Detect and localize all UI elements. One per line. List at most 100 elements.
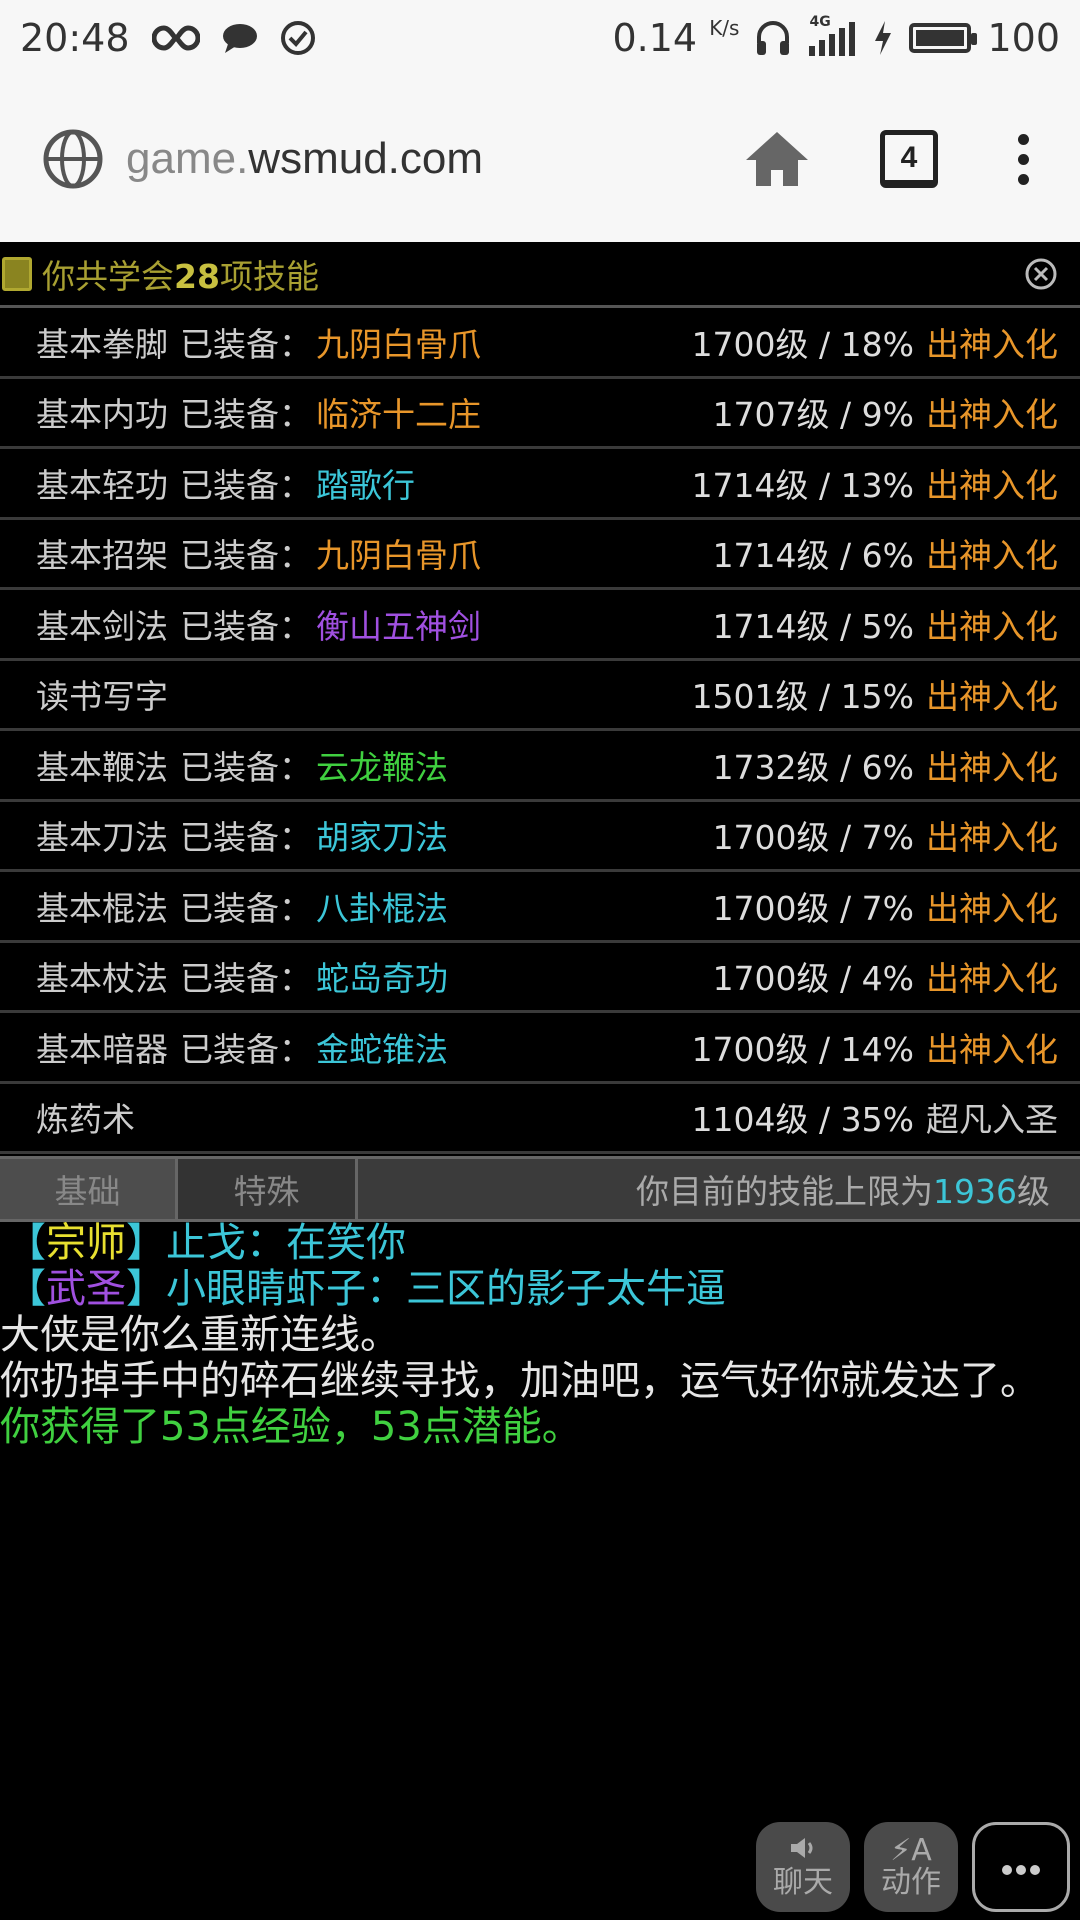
action-button-label: 动作 xyxy=(881,1865,941,1900)
log-segment: 你扔掉手中的碎石继续寻找，加油吧，运气好你就发达了。 xyxy=(0,1358,1040,1404)
skill-level: 1714级 / 6% xyxy=(712,536,914,576)
skills-panel: 你共学会28项技能 基本拳脚 已装备： 九阴白骨爪 1700级 / 18% 出神入化 基本… xyxy=(0,242,1080,1154)
skill-row[interactable]: 基本拳脚 已装备： 九阴白骨爪 1700级 / 18% 出神入化 xyxy=(0,308,1080,379)
skill-level: 1104级 / 35% xyxy=(691,1100,914,1140)
chat-bubble-icon xyxy=(222,22,258,54)
equipped-skill: 衡山五神剑 xyxy=(316,606,481,646)
tab-basic[interactable]: 基础 xyxy=(0,1159,178,1219)
log-segment: 武圣 xyxy=(46,1266,126,1312)
skill-level: 1700级 / 14% xyxy=(691,1029,914,1069)
overflow-menu-icon[interactable] xyxy=(1008,133,1038,185)
equipped-skill: 踏歌行 xyxy=(316,465,415,505)
skill-progress: 1714级 / 6% 出神入化 xyxy=(713,529,1058,577)
address-bar[interactable]: game.wsmud.com xyxy=(42,128,483,190)
status-bar: 20:48 0.14 K/s 4G 100 xyxy=(0,0,1080,76)
equipped-label: 已装备： xyxy=(180,888,312,928)
log-line: 大侠是你么重新连线。 xyxy=(0,1312,1080,1358)
tab-switcher-button[interactable]: 4 xyxy=(880,130,938,188)
skill-row[interactable]: 基本轻功 已装备： 踏歌行 1714级 / 13% 出神入化 xyxy=(0,449,1080,520)
skill-rank: 出神入化 xyxy=(926,1029,1058,1069)
lightning-icon: ⚡A xyxy=(890,1833,932,1868)
network-type: 4G xyxy=(809,14,831,30)
speaker-icon xyxy=(789,1835,817,1867)
skill-progress: 1707级 / 9% 出神入化 xyxy=(713,388,1058,436)
equipped-label: 已装备： xyxy=(180,1029,312,1069)
skill-level: 1714级 / 5% xyxy=(712,606,914,646)
log-segment: 】小眼睛虾子：三区的影子太牛逼 xyxy=(126,1266,726,1312)
skill-name: 基本轻功 xyxy=(36,465,168,505)
skill-name: 基本棍法 xyxy=(36,888,168,928)
equipped-skill: 云龙鞭法 xyxy=(316,747,448,787)
clock: 20:48 xyxy=(20,16,130,60)
skill-rank: 出神入化 xyxy=(926,465,1058,505)
infinity-icon xyxy=(151,24,200,52)
skill-row[interactable]: 基本暗器 已装备： 金蛇锥法 1700级 / 14% 出神入化 xyxy=(0,1013,1080,1084)
signal-icon: 4G xyxy=(807,14,857,58)
skill-row[interactable]: 基本鞭法 已装备： 云龙鞭法 1732级 / 6% 出神入化 xyxy=(0,731,1080,802)
log-line: 【宗师】止戈：在笑你 xyxy=(0,1220,1080,1266)
chat-button[interactable]: 聊天 xyxy=(756,1822,850,1912)
skill-row[interactable]: 基本刀法 已装备： 胡家刀法 1700级 / 7% 出神入化 xyxy=(0,802,1080,872)
skills-panel-header: 你共学会28项技能 xyxy=(0,242,1080,308)
more-button[interactable] xyxy=(972,1822,1070,1912)
skill-progress: 1714级 / 5% 出神入化 xyxy=(713,600,1058,648)
skill-rank: 出神入化 xyxy=(926,536,1058,576)
skill-rank: 超凡入圣 xyxy=(926,1100,1058,1140)
equipped-skill: 八卦棍法 xyxy=(316,888,448,928)
log-segment: 大侠是你么重新连线。 xyxy=(0,1312,400,1358)
globe-icon xyxy=(42,128,104,190)
bottom-controls: 聊天 ⚡A 动作 xyxy=(756,1822,1070,1912)
url-text: game.wsmud.com xyxy=(126,134,484,183)
skill-progress: 1700级 / 14% 出神入化 xyxy=(692,1023,1058,1071)
message-log: 【宗师】止戈：在笑你 【武圣】小眼睛虾子：三区的影子太牛逼 大侠是你么重新连线。 你扔… xyxy=(0,1220,1080,1450)
equipped-label: 已装备： xyxy=(180,465,312,505)
skill-row[interactable]: 读书写字 1501级 / 15% 出神入化 xyxy=(0,661,1080,731)
skill-progress: 1714级 / 13% 出神入化 xyxy=(692,459,1058,507)
skill-rank: 出神入化 xyxy=(926,677,1058,717)
log-segment: 【 xyxy=(6,1220,46,1266)
skill-name: 基本杖法 xyxy=(36,959,168,999)
tab-special[interactable]: 特殊 xyxy=(178,1159,358,1219)
skill-rank: 出神入化 xyxy=(926,888,1058,928)
network-speed: 0.14 K/s xyxy=(612,16,740,60)
close-icon[interactable] xyxy=(1024,257,1058,291)
action-button[interactable]: ⚡A 动作 xyxy=(864,1822,958,1912)
log-segment: 【 xyxy=(6,1266,46,1312)
log-line: 你扔掉手中的碎石继续寻找，加油吧，运气好你就发达了。 xyxy=(0,1358,1080,1404)
skill-rank: 出神入化 xyxy=(926,959,1058,999)
skill-progress: 1700级 / 7% 出神入化 xyxy=(713,811,1058,859)
battery-level: 100 xyxy=(987,16,1060,60)
equipped-skill: 胡家刀法 xyxy=(316,818,448,858)
equipped-label: 已装备： xyxy=(180,606,312,646)
headphones-icon xyxy=(755,19,791,57)
skill-rank: 出神入化 xyxy=(926,395,1058,435)
skill-rank: 出神入化 xyxy=(926,606,1058,646)
log-segment: 】止戈：在笑你 xyxy=(126,1220,406,1266)
skill-rank: 出神入化 xyxy=(926,818,1058,858)
skill-name: 基本鞭法 xyxy=(36,747,168,787)
book-icon xyxy=(2,256,32,291)
home-icon[interactable] xyxy=(744,130,810,188)
skill-row[interactable]: 基本内功 已装备： 临济十二庄 1707级 / 9% 出神入化 xyxy=(0,379,1080,449)
skill-rank: 出神入化 xyxy=(926,324,1058,364)
skill-level: 1700级 / 7% xyxy=(712,888,914,928)
skill-row[interactable]: 基本剑法 已装备： 衡山五神剑 1714级 / 5% 出神入化 xyxy=(0,590,1080,661)
skill-level: 1501级 / 15% xyxy=(691,677,914,717)
skill-name: 读书写字 xyxy=(36,677,168,717)
skill-level: 1714级 / 13% xyxy=(691,465,914,505)
skill-level: 1732级 / 6% xyxy=(712,747,914,787)
skill-progress: 1700级 / 7% 出神入化 xyxy=(713,882,1058,930)
skill-level: 1700级 / 7% xyxy=(712,818,914,858)
skill-row[interactable]: 基本杖法 已装备： 蛇岛奇功 1700级 / 4% 出神入化 xyxy=(0,943,1080,1013)
skill-row[interactable]: 基本棍法 已装备： 八卦棍法 1700级 / 7% 出神入化 xyxy=(0,872,1080,943)
log-segment: 你获得了53点经验，53点潜能。 xyxy=(0,1404,582,1450)
skill-row[interactable]: 基本招架 已装备： 九阴白骨爪 1714级 / 6% 出神入化 xyxy=(0,520,1080,590)
battery-icon xyxy=(909,23,978,53)
skill-rank: 出神入化 xyxy=(926,747,1058,787)
skill-row[interactable]: 炼药术 1104级 / 35% 超凡入圣 xyxy=(0,1084,1080,1154)
skill-progress: 1501级 / 15% 出神入化 xyxy=(692,670,1058,718)
charging-icon xyxy=(873,21,893,55)
skill-level: 1700级 / 4% xyxy=(712,959,914,999)
equipped-label: 已装备： xyxy=(180,747,312,787)
skill-limit: 你目前的技能上限为1936级 xyxy=(636,1172,1050,1211)
